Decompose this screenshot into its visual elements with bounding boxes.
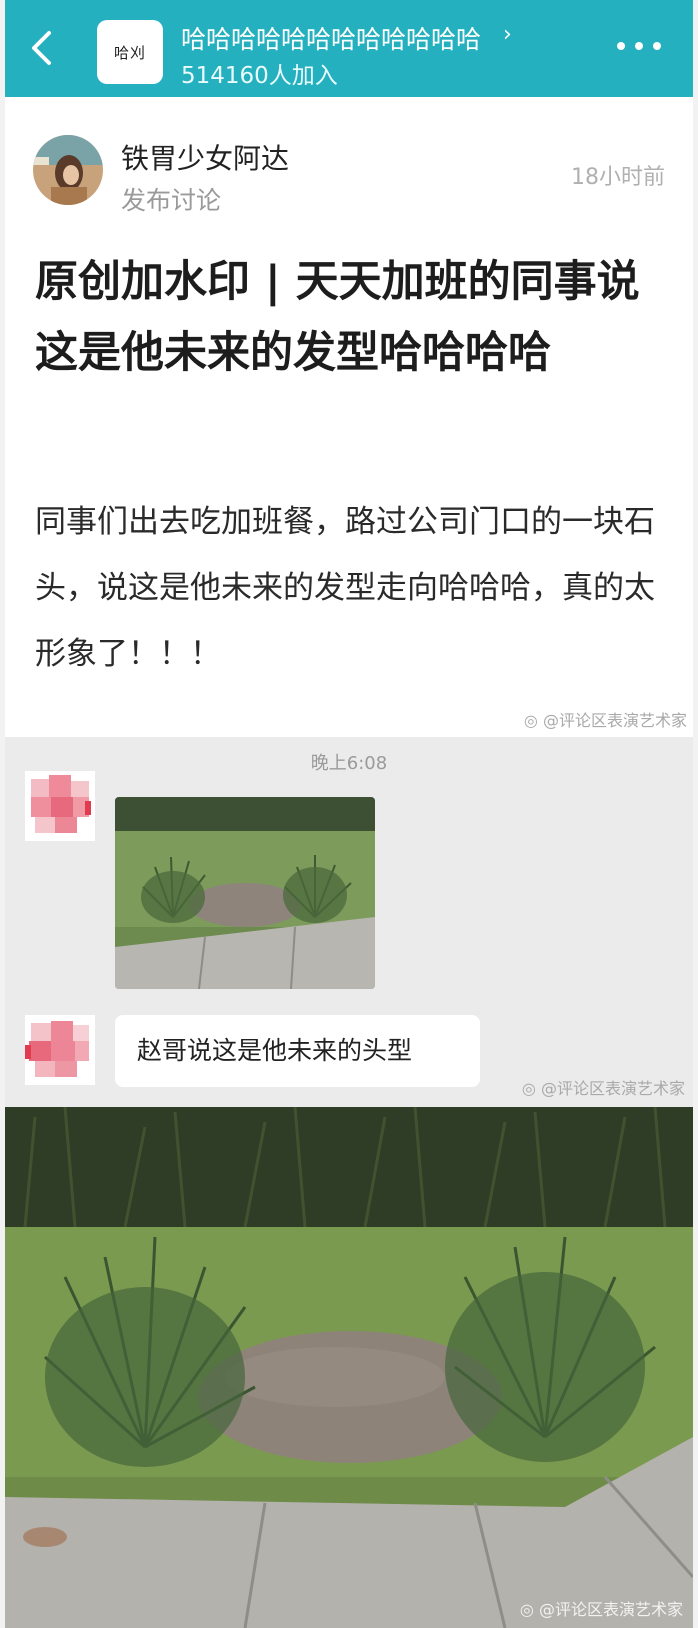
author-name[interactable]: 铁胃少女阿达 (121, 137, 289, 177)
group-name[interactable]: 哈哈哈哈哈哈哈哈哈哈哈哈 (181, 20, 481, 56)
weibo-icon: ◎ (523, 711, 538, 730)
screenshot-frame: 哈刈 哈哈哈哈哈哈哈哈哈哈哈哈 › 514160人加入 铁胃少女阿达 发布讨论 … (0, 0, 698, 1628)
group-logo[interactable]: 哈刈 (97, 20, 163, 84)
stone-photo[interactable]: ◎ @评论区表演艺术家 (5, 1107, 693, 1628)
chat-photo[interactable] (115, 797, 375, 989)
weibo-icon: ◎ (519, 1600, 534, 1619)
blurred-avatar (25, 771, 95, 841)
watermark: ◎ @评论区表演艺术家 (521, 1079, 685, 1098)
author-avatar[interactable] (33, 135, 103, 205)
weibo-icon: ◎ (521, 1079, 536, 1098)
post-title: 原创加水印 | 天天加班的同事说这是他未来的发型哈哈哈哈 (35, 257, 640, 378)
post-card: 铁胃少女阿达 发布讨论 18小时前 原创加水印 | 天天加班的同事说这是他未来的… (5, 97, 693, 737)
post-action-label: 发布讨论 (121, 186, 222, 215)
post-body: 同事们出去吃加班餐，路过公司门口的一块石头，说这是他未来的发型走向哈哈哈，真的太… (35, 504, 655, 672)
chat-timestamp: 晚上6:08 (310, 753, 388, 774)
chat-message-bubble: 赵哥说这是他未来的头型 (115, 1015, 480, 1087)
member-count: 514160人加入 (181, 63, 338, 89)
post-time: 18小时前 (571, 165, 665, 190)
more-dots-icon[interactable] (617, 42, 661, 56)
chevron-right-icon[interactable]: › (503, 22, 512, 47)
chat-screenshot: 晚上6:08 赵哥说这是他未来的头型 ◎ @评论区表演艺术家 (5, 737, 693, 1107)
blurred-avatar (25, 1015, 95, 1085)
watermark: ◎ @评论区表演艺术家 (519, 1600, 683, 1619)
back-arrow-icon[interactable] (29, 30, 55, 66)
watermark: ◎ @评论区表演艺术家 (523, 711, 687, 730)
group-header-bar: 哈刈 哈哈哈哈哈哈哈哈哈哈哈哈 › 514160人加入 (5, 0, 693, 97)
